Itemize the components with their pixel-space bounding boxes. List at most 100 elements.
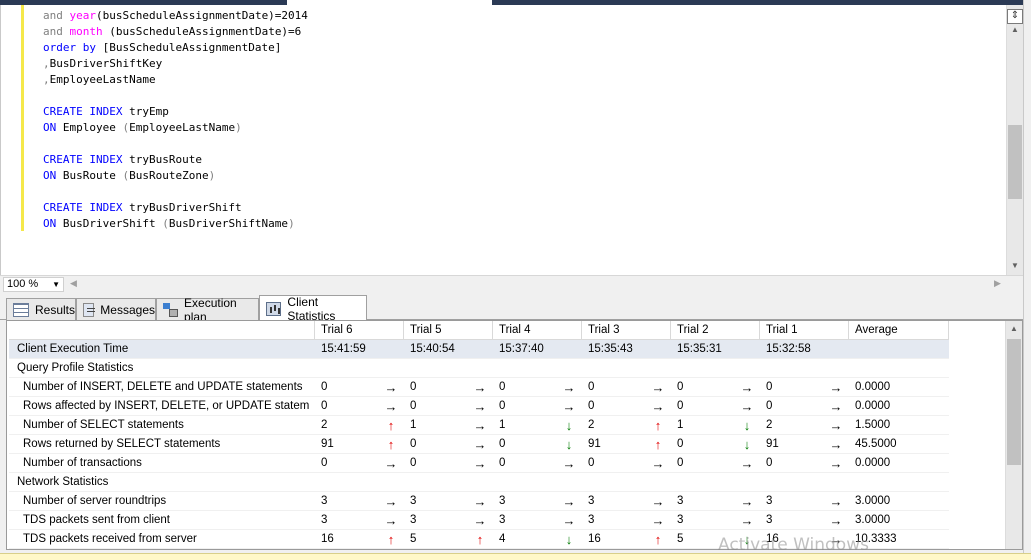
arrow-down-icon: ↓ — [743, 418, 751, 433]
table-cell: 0 — [499, 381, 506, 393]
client-statistics-grid[interactable]: Trial 6 Trial 5 Trial 4 Trial 3 Trial 2 Trial… — [6, 320, 1023, 550]
table-row[interactable]: Number of server roundtrips 3 3 3 3 3 3 3.0000 →… — [9, 492, 949, 511]
sql-keyword: CREATE INDEX — [43, 153, 130, 166]
code-line[interactable]: and month (busScheduleAssignmentDate)=6 — [43, 24, 308, 40]
arrow-right-icon: → — [473, 399, 487, 414]
scroll-up-icon[interactable]: ▲ — [1006, 324, 1022, 333]
column-header[interactable]: Trial 2 — [671, 321, 760, 340]
code-line[interactable]: CREATE INDEX tryEmp — [43, 104, 308, 120]
table-row[interactable]: Rows affected by INSERT, DELETE, or UPDA… — [9, 397, 949, 416]
code-line[interactable]: ,BusDriverShiftKey — [43, 56, 308, 72]
column-header[interactable]: Trial 4 — [493, 321, 582, 340]
table-cell: 2 — [321, 419, 328, 431]
scroll-down-icon[interactable]: ▼ — [1007, 261, 1023, 273]
column-header[interactable]: Trial 6 — [315, 321, 404, 340]
table-row[interactable]: Rows returned by SELECT statements 91 0 0 91… — [9, 435, 949, 454]
query-editor[interactable]: and year(busScheduleAssignmentDate)=2014… — [0, 5, 1031, 275]
sql-token: tryBusDriverShift — [129, 201, 242, 214]
arrow-up-icon: ↑ — [654, 418, 662, 433]
sql-token: , — [43, 57, 50, 70]
code-line[interactable]: ,EmployeeLastName — [43, 72, 308, 88]
status-bar — [0, 553, 1031, 560]
table-cell: 15:32:58 — [766, 343, 811, 355]
code-line[interactable]: ON BusDriverShift (BusDriverShiftName) — [43, 216, 308, 232]
arrow-right-icon: → — [829, 456, 843, 471]
column-header[interactable]: Trial 3 — [582, 321, 671, 340]
sql-token: and — [43, 9, 70, 22]
arrow-right-icon: → — [473, 494, 487, 509]
section-header-row[interactable]: Network Statistics — [9, 473, 949, 492]
table-row[interactable]: Number of INSERT, DELETE and UPDATE stat… — [9, 378, 949, 397]
grid-vertical-scrollbar[interactable]: ▲ — [1005, 321, 1022, 549]
arrow-right-icon: → — [740, 513, 754, 528]
code-line[interactable]: CREATE INDEX tryBusDriverShift — [43, 200, 308, 216]
execution-plan-icon — [163, 302, 179, 317]
table-cell: 0 — [677, 381, 684, 393]
code-line[interactable]: order by [BusScheduleAssignmentDate] — [43, 40, 308, 56]
table-cell: 0 — [499, 457, 506, 469]
code-line[interactable]: ON Employee (EmployeeLastName) — [43, 120, 308, 136]
section-header-row[interactable]: Query Profile Statistics — [9, 359, 949, 378]
code-line[interactable]: and year(busScheduleAssignmentDate)=2014 — [43, 8, 308, 24]
row-label: Query Profile Statistics — [17, 362, 134, 374]
arrow-right-icon: → — [740, 380, 754, 395]
split-view-icon[interactable]: ⇕ — [1007, 9, 1023, 24]
tab-results[interactable]: Results — [6, 298, 76, 320]
table-cell: 3 — [499, 495, 506, 507]
code-line[interactable]: ON BusRoute (BusRouteZone) — [43, 168, 308, 184]
table-cell: 0 — [766, 381, 773, 393]
arrow-right-icon: → — [740, 456, 754, 471]
sql-code[interactable]: and year(busScheduleAssignmentDate)=2014… — [43, 8, 308, 232]
grid-scroll-thumb[interactable] — [1007, 339, 1021, 465]
row-label: Rows returned by SELECT statements — [23, 438, 221, 450]
column-header[interactable]: Trial 1 — [760, 321, 849, 340]
table-cell: 1 — [499, 419, 506, 431]
sql-token: BusRouteZone — [129, 169, 209, 182]
table-cell: 3.0000 — [855, 495, 891, 507]
column-header[interactable]: Trial 5 — [404, 321, 493, 340]
zoom-bar: 100 % ▼ ◀ ▶ — [0, 275, 1023, 292]
sql-token: BusDriverShiftKey — [49, 57, 163, 70]
row-label: Network Statistics — [17, 476, 109, 488]
editor-vertical-scrollbar[interactable]: ⇕ ▲ ▼ — [1006, 5, 1023, 275]
table-cell: 91 — [766, 438, 779, 450]
tab-execution-plan[interactable]: Execution plan — [156, 296, 259, 324]
sql-keyword: ON — [43, 217, 63, 230]
column-header[interactable]: Average — [849, 321, 949, 340]
code-line[interactable] — [43, 136, 308, 152]
tab-client-statistics[interactable]: Client Statistics — [259, 294, 367, 323]
table-cell: 15:35:43 — [588, 343, 633, 355]
arrow-right-icon: → — [829, 399, 843, 414]
table-cell: 5 — [410, 533, 417, 545]
editor-scroll-thumb[interactable] — [1008, 125, 1022, 199]
table-row[interactable]: Client Execution Time 15:41:59 15:40:54 15:… — [9, 340, 949, 359]
code-line[interactable] — [43, 88, 308, 104]
code-line[interactable]: CREATE INDEX tryBusRoute — [43, 152, 308, 168]
table-row[interactable]: Number of SELECT statements 2 1 1 2 1 2 1.5000 ↑… — [9, 416, 949, 435]
arrow-down-icon: ↓ — [743, 437, 751, 452]
scroll-up-icon[interactable]: ▲ — [1007, 25, 1023, 37]
table-cell: 0 — [588, 457, 595, 469]
table-row[interactable]: TDS packets sent from client 3 3 3 3 3 3 3.0000… — [9, 511, 949, 530]
table-cell: 0 — [410, 457, 417, 469]
table-cell: 2 — [766, 419, 773, 431]
grid-icon — [13, 302, 29, 317]
code-line[interactable] — [43, 184, 308, 200]
table-row[interactable]: Number of transactions 0 0 0 0 0 0 0.0000 → → → → → → — [9, 454, 949, 473]
scroll-left-icon[interactable]: ◀ — [70, 278, 77, 289]
arrow-up-icon: ↑ — [387, 418, 395, 433]
arrow-right-icon: → — [740, 399, 754, 414]
scroll-right-icon[interactable]: ▶ — [994, 278, 1001, 289]
tab-client-statistics-label: Client Statistics — [287, 294, 336, 323]
zoom-select[interactable]: 100 % ▼ — [3, 277, 64, 292]
chevron-down-icon[interactable]: ▼ — [52, 278, 60, 291]
arrow-up-icon: ↑ — [476, 532, 484, 547]
table-cell: 16 — [588, 533, 601, 545]
client-statistics-icon — [266, 301, 282, 316]
arrow-right-icon: → — [562, 513, 576, 528]
tab-messages-label: Messages — [100, 302, 155, 317]
arrow-right-icon: → — [829, 437, 843, 452]
table-cell: 3 — [499, 514, 506, 526]
row-label: Rows affected by INSERT, DELETE, or UPDA… — [23, 400, 309, 412]
tab-messages[interactable]: Messages — [76, 298, 156, 320]
